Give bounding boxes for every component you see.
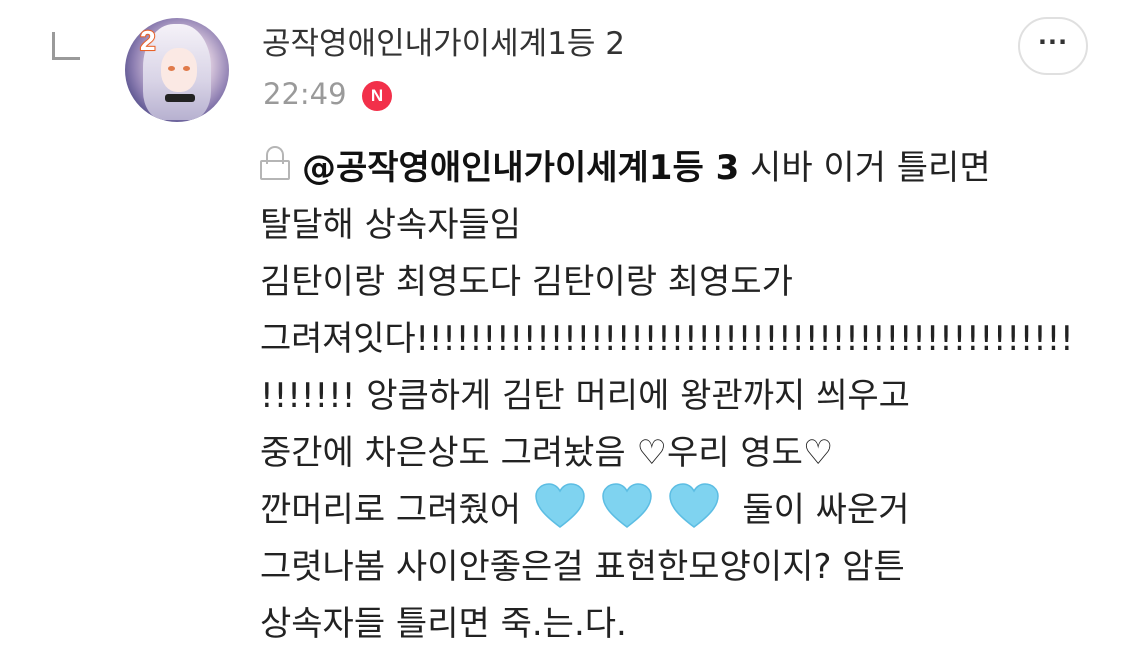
comment-body: @공작영애인내가이세계1등 3 시바 이거 틀리면 탈달해 상속자들임 김탄이랑… <box>260 140 1090 653</box>
comment-line: 중간에 차은상도 그려놨음 ♡우리 영도♡ <box>260 433 834 473</box>
author-name[interactable]: 공작영애인내가이세계1등 2 <box>262 22 625 66</box>
comment-text: 시바 이거 틀리면 <box>739 148 991 188</box>
comment-line: 그려져잇다!!!!!!!!!!!!!!!!!!!!!!!!!!!!!!!!!!!… <box>260 319 1074 359</box>
comment-text: 깐머리로 그려줬어 <box>260 490 522 530</box>
blue-heart-icon <box>601 483 652 528</box>
comment-line: !!!!!!! 앙큼하게 김탄 머리에 왕관까지 씌우고 <box>260 376 910 416</box>
comment-line: 김탄이랑 최영도다 김탄이랑 최영도가 <box>260 262 793 302</box>
comment-line: 상속자들 틀리면 죽.는.다. <box>260 604 627 644</box>
mention-link[interactable]: @공작영애인내가이세계1등 3 <box>302 148 739 188</box>
comment-time: 22:49 <box>263 77 347 111</box>
reply-indicator-icon <box>52 32 80 60</box>
blue-heart-icon <box>668 483 719 528</box>
more-icon: ··· <box>1037 28 1069 56</box>
blue-heart-icon <box>535 483 585 528</box>
avatar-number-badge: 2 <box>139 25 157 56</box>
comment-line: 그렷나봄 사이안좋은걸 표현한모양이지? 암튼 <box>260 547 905 587</box>
lock-icon <box>260 146 290 182</box>
comment-line: @공작영애인내가이세계1등 3 시바 이거 틀리면 <box>260 140 1090 197</box>
new-badge: N <box>362 81 392 111</box>
comment-text: 둘이 싸운거 <box>742 490 910 530</box>
more-options-button[interactable]: ··· <box>1018 17 1088 75</box>
comment-line: 깐머리로 그려줬어 둘이 싸운거 <box>260 482 1090 539</box>
comment-line: 탈달해 상속자들임 <box>260 205 522 245</box>
